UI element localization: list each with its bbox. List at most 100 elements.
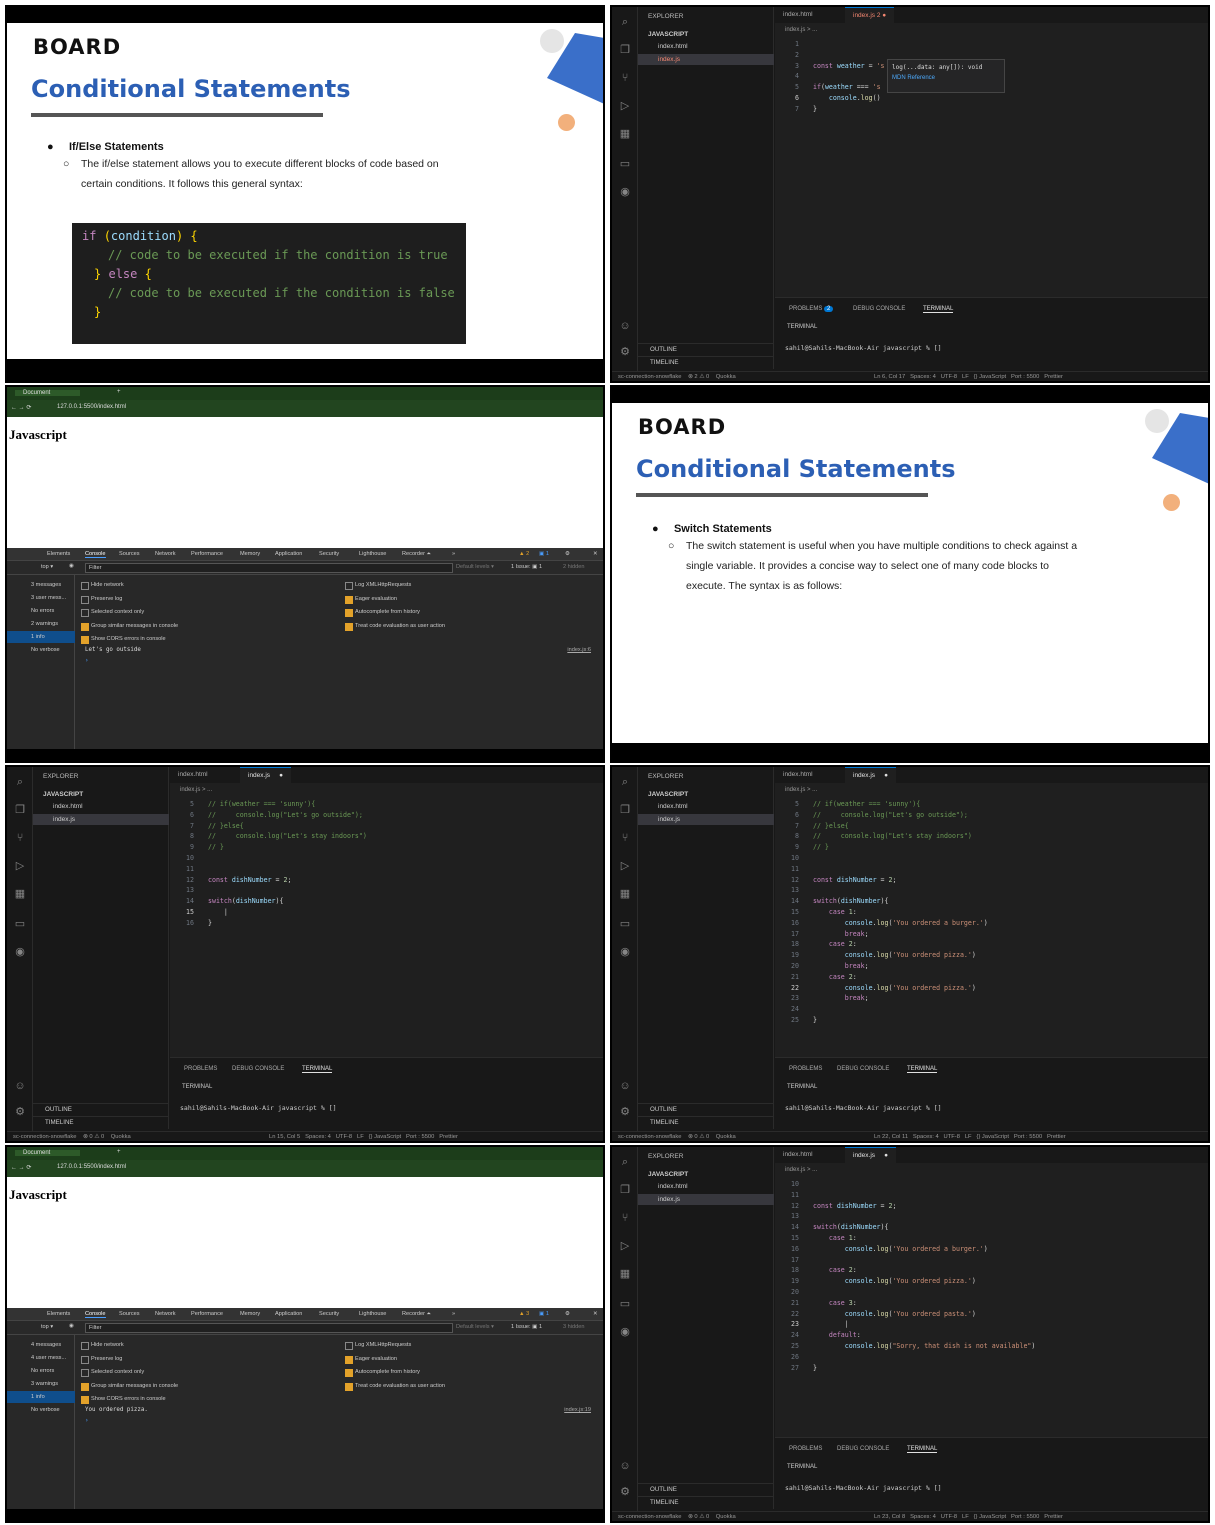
console-option[interactable]: Log XMLHttpRequests <box>345 1340 411 1350</box>
editor-area[interactable]: index.html index.js ● index.js > ... 5 //… <box>170 767 603 1057</box>
code-line[interactable]: 6 console.log() <box>775 93 885 104</box>
devtools-tab[interactable]: Sources <box>119 1311 140 1317</box>
file-index-js[interactable]: index.js <box>638 54 774 65</box>
devtools-tab[interactable]: Elements <box>47 551 70 557</box>
timeline-section[interactable]: TIMELINE <box>33 1116 169 1128</box>
console-log-source[interactable]: index.js:19 <box>564 1407 591 1413</box>
code-line[interactable]: 9 // } <box>775 842 988 853</box>
explorer-icon[interactable]: ❐ <box>618 803 632 817</box>
error-count[interactable]: ⊗ 0 ⚠ 0 <box>83 1134 104 1140</box>
nav-arrows-icon[interactable]: ← → ⟳ <box>11 404 31 411</box>
code-line[interactable]: 8 // console.log("Let's stay indoors") <box>775 831 988 842</box>
code-line[interactable]: 13 <box>170 885 367 896</box>
github-icon[interactable]: ◉ <box>618 1325 632 1339</box>
code-line[interactable]: 12 const dishNumber = 2; <box>775 1201 1035 1212</box>
folder-javascript[interactable]: JAVASCRIPT <box>638 789 774 800</box>
code-line[interactable]: 12 const dishNumber = 2; <box>170 875 367 886</box>
devtools-tab[interactable]: » <box>452 1311 455 1317</box>
quokka-indicator[interactable]: Quokka <box>716 1134 736 1140</box>
sidebar-info[interactable]: 1 info <box>7 631 75 643</box>
close-icon[interactable]: ✕ <box>593 551 598 557</box>
source-control-icon[interactable]: ⑂ <box>13 831 27 845</box>
console-prompt[interactable]: › <box>85 1418 89 1424</box>
remote-icon[interactable]: ▭ <box>13 917 27 931</box>
devtools-tab[interactable]: Network <box>155 551 176 557</box>
search-icon[interactable]: ⌕ <box>618 15 632 29</box>
code-line[interactable]: 4 <box>775 71 885 82</box>
code-line[interactable]: 17 <box>775 1255 1035 1266</box>
levels-select[interactable]: Default levels ▾ <box>456 564 494 570</box>
tab-index-html[interactable]: index.html <box>775 1147 821 1163</box>
outline-section[interactable]: OUTLINE <box>33 1103 169 1115</box>
terminal-prompt[interactable]: sahil@Sahils-MacBook-Air javascript % [] <box>785 344 942 352</box>
file-index-js[interactable]: index.js <box>638 814 774 825</box>
code-line[interactable]: 6 // console.log("Let's go outside"); <box>775 810 988 821</box>
explorer-icon[interactable]: ❐ <box>618 1183 632 1197</box>
remote-icon[interactable]: ▭ <box>618 917 632 931</box>
code-line[interactable]: 6 // console.log("Let's go outside"); <box>170 810 367 821</box>
sidebar-errors[interactable]: No errors <box>31 605 54 617</box>
folder-javascript[interactable]: JAVASCRIPT <box>33 789 169 800</box>
error-count[interactable]: ⊗ 0 ⚠ 0 <box>688 1134 709 1140</box>
folder-javascript[interactable]: JAVASCRIPT <box>638 1169 774 1180</box>
code-lines[interactable]: 5 // if(weather === 'sunny'){6 // console.… <box>170 799 367 929</box>
code-line[interactable]: 25} <box>775 1015 988 1026</box>
run-debug-icon[interactable]: ▷ <box>618 859 632 873</box>
devtools-tab[interactable]: Sources <box>119 551 140 557</box>
tab-debug-console[interactable]: DEBUG CONSOLE <box>232 1066 284 1072</box>
code-line[interactable]: 13 <box>775 1211 1035 1222</box>
editor-area[interactable]: index.html index.js ● index.js > ... 5 //… <box>775 767 1208 1057</box>
tab-problems[interactable]: PROBLEMS 2 <box>789 306 834 312</box>
devtools-tab[interactable]: Application <box>275 1311 302 1317</box>
tab-terminal[interactable]: TERMINAL <box>907 1066 938 1073</box>
branch-indicator[interactable]: sc-connection-snowflake <box>618 1514 681 1520</box>
console-option[interactable]: Group similar messages in console <box>81 1381 178 1391</box>
devtools-tab[interactable]: Security <box>319 551 339 557</box>
console-option[interactable]: Selected context only <box>81 1367 144 1377</box>
code-line[interactable]: 7 // }else{ <box>775 821 988 832</box>
code-line[interactable]: 14 switch(dishNumber){ <box>170 896 367 907</box>
tab-index-js[interactable]: index.js ● <box>845 767 897 783</box>
cursor-position[interactable]: Ln 6, Col 17 <box>874 374 905 380</box>
tab-index-html[interactable]: index.html <box>775 7 821 23</box>
devtools-tab[interactable]: Lighthouse <box>359 1311 386 1317</box>
code-line[interactable]: 11 <box>775 864 988 875</box>
file-index-html[interactable]: index.html <box>638 1181 774 1192</box>
devtools-tab[interactable]: Memory <box>240 1311 260 1317</box>
sidebar-user-messages[interactable]: 3 user mess... <box>31 592 66 604</box>
tab-terminal[interactable]: TERMINAL <box>302 1066 333 1073</box>
info-badge[interactable]: ▣ 1 <box>539 551 549 557</box>
url-field[interactable]: 127.0.0.1:5500/index.html <box>57 1164 126 1170</box>
code-line[interactable]: 7} <box>775 104 885 115</box>
code-line[interactable]: 9 // } <box>170 842 367 853</box>
sidebar-errors[interactable]: No errors <box>31 1365 54 1377</box>
cursor-position[interactable]: Ln 22, Col 11 <box>874 1134 908 1140</box>
remote-icon[interactable]: ▭ <box>618 1297 632 1311</box>
console-option[interactable]: Show CORS errors in console <box>81 634 166 644</box>
code-lines[interactable]: 5 // if(weather === 'sunny'){6 // console.… <box>775 799 988 1026</box>
tab-debug-console[interactable]: DEBUG CONSOLE <box>837 1446 889 1452</box>
code-line[interactable]: 14 switch(dishNumber){ <box>775 896 988 907</box>
timeline-section[interactable]: TIMELINE <box>638 1116 774 1128</box>
code-line[interactable]: 18 case 2: <box>775 939 988 950</box>
cursor-position[interactable]: Ln 23, Col 8 <box>874 1514 905 1520</box>
warning-badge[interactable]: ▲ 3 <box>519 1311 529 1317</box>
editor-area[interactable]: index.html index.js 2 ● index.js > ... 1… <box>775 7 1208 297</box>
explorer-icon[interactable]: ❐ <box>13 803 27 817</box>
outline-section[interactable]: OUTLINE <box>638 1103 774 1115</box>
gear-icon[interactable]: ⚙ <box>618 1485 632 1499</box>
console-option[interactable]: Treat code evaluation as user action <box>345 621 445 631</box>
context-select[interactable]: top ▾ <box>41 1324 53 1330</box>
sidebar-warnings[interactable]: 2 warnings <box>31 618 58 630</box>
branch-indicator[interactable]: sc-connection-snowflake <box>13 1134 76 1140</box>
code-line[interactable]: 22 console.log('You ordered pasta.') <box>775 1309 1035 1320</box>
console-option[interactable]: Hide network <box>81 580 124 590</box>
issues-button[interactable]: 1 Issue: ▣ 1 <box>511 1324 542 1330</box>
timeline-section[interactable]: TIMELINE <box>638 356 774 368</box>
devtools-tab[interactable]: Console <box>85 1311 106 1318</box>
console-option[interactable]: Selected context only <box>81 607 144 617</box>
sidebar-messages[interactable]: 4 messages <box>31 1339 61 1351</box>
code-lines[interactable]: 10 11 12 const dishNumber = 2; 13 14 switch(di… <box>775 1179 1035 1373</box>
code-line[interactable]: 17 break; <box>775 929 988 940</box>
file-index-js[interactable]: index.js <box>33 814 169 825</box>
